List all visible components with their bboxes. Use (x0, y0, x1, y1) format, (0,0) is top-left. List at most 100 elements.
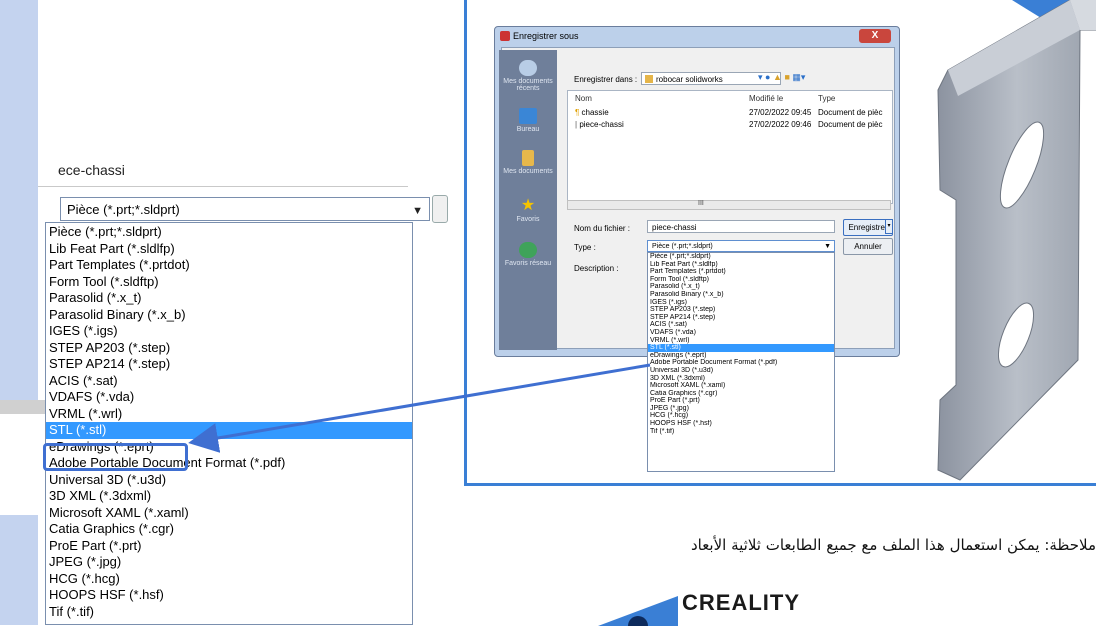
chevron-down-icon[interactable]: ▾ (758, 72, 763, 82)
file-type-option[interactable]: IGES (*.igs) (648, 299, 834, 307)
file-type-option[interactable]: Parasolid (*.x_t) (648, 283, 834, 291)
file-type-option[interactable]: Lib Feat Part (*.sldlfp) (648, 261, 834, 269)
left-decor-band-bottom (0, 515, 38, 625)
file-type-option[interactable]: STEP AP214 (*.step) (648, 314, 834, 322)
back-icon[interactable]: ● (765, 72, 770, 82)
close-button[interactable]: X (859, 29, 891, 43)
place-label: Favoris (516, 216, 540, 223)
type-label: Type : (574, 243, 596, 252)
file-type-option[interactable]: Universal 3D (*.u3d) (648, 367, 834, 375)
place-label: Favoris réseau (504, 260, 552, 267)
zoomed-side-button[interactable] (432, 195, 448, 223)
file-type-option[interactable]: JPEG (*.jpg) (648, 405, 834, 413)
file-type-option[interactable]: IGES (*.igs) (46, 323, 412, 340)
cancel-button[interactable]: Annuler (843, 238, 893, 255)
file-type: Document de pièc (818, 120, 883, 129)
zoomed-type-combo[interactable]: Pièce (*.prt;*.sldprt) ▼ (60, 197, 430, 221)
file-type-option[interactable]: Universal 3D (*.u3d) (46, 472, 412, 489)
place-favorites[interactable]: ★ Favoris (499, 197, 557, 224)
file-type-option[interactable]: JPEG (*.jpg) (46, 554, 412, 571)
file-type-option[interactable]: VRML (*.wrl) (46, 406, 412, 423)
file-type-option[interactable]: eDrawings (*.eprt) (648, 352, 834, 360)
place-recent[interactable]: Mes documents récents (499, 60, 557, 92)
file-type-option[interactable]: HCG (*.hcg) (648, 412, 834, 420)
file-type-option[interactable]: VRML (*.wrl) (648, 337, 834, 345)
folder-icon (522, 150, 534, 166)
column-header-type[interactable]: Type (818, 94, 835, 103)
file-type-option[interactable]: Part Templates (*.prtdot) (46, 257, 412, 274)
file-type-option[interactable]: Parasolid Binary (*.x_b) (46, 307, 412, 324)
part-file-icon: | (575, 120, 578, 129)
file-type-option[interactable]: STEP AP203 (*.step) (46, 340, 412, 357)
stl-highlight-box (43, 443, 188, 471)
file-type-option[interactable]: STEP AP203 (*.step) (648, 306, 834, 314)
column-header-name[interactable]: Nom (575, 94, 592, 103)
file-type-option[interactable]: Form Tool (*.sldftp) (46, 274, 412, 291)
note-text: ملاحظة: يمكن استعمال هذا الملف مع جميع ا… (690, 536, 1096, 554)
file-type-option[interactable]: Tif (*.tif) (648, 428, 834, 436)
clock-icon (519, 60, 537, 76)
place-network[interactable]: Favoris réseau (499, 242, 557, 267)
filename-label: Nom du fichier : (574, 224, 631, 233)
file-type-option[interactable]: Pièce (*.prt;*.sldprt) (648, 253, 834, 261)
app-icon (500, 31, 510, 41)
type-dropdown-list[interactable]: Pièce (*.prt;*.sldprt) Lib Feat Part (*.s… (647, 252, 835, 472)
horizontal-scrollbar[interactable]: III (567, 200, 891, 210)
folder-icon (645, 75, 653, 83)
file-type-option[interactable]: Parasolid Binary (*.x_b) (648, 291, 834, 299)
file-type-option[interactable]: Pièce (*.prt;*.sldprt) (46, 224, 412, 241)
scroll-thumb[interactable]: III (698, 200, 704, 207)
file-type-option[interactable]: VDAFS (*.vda) (648, 329, 834, 337)
file-type-option[interactable]: Form Tool (*.sldftp) (648, 276, 834, 284)
file-type: Document de pièc (818, 108, 883, 117)
file-type-option[interactable]: ProE Part (*.prt) (648, 397, 834, 405)
file-type-option[interactable]: STL (*.stl) (46, 422, 412, 439)
type-combo[interactable]: Pièce (*.prt;*.sldprt) ▼ (647, 240, 835, 252)
file-type-option[interactable]: HOOPS HSF (*.hsf) (648, 420, 834, 428)
file-type-option[interactable]: Catia Graphics (*.cgr) (46, 521, 412, 538)
zoomed-type-list[interactable]: Pièce (*.prt;*.sldprt) Lib Feat Part (*.s… (45, 222, 413, 625)
type-combo-value: Pièce (*.prt;*.sldprt) (652, 243, 713, 250)
views-icon[interactable]: ▦▾ (792, 72, 805, 82)
file-type-option[interactable]: HOOPS HSF (*.hsf) (46, 587, 412, 604)
dialog-title: Enregistrer sous (513, 31, 579, 41)
chevron-down-icon[interactable]: ▼ (412, 199, 423, 223)
file-name: piece-chassi (579, 120, 624, 129)
file-type-option[interactable]: Part Templates (*.prtdot) (648, 268, 834, 276)
save-in-value: robocar solidworks (656, 75, 723, 84)
place-documents[interactable]: Mes documents (499, 150, 557, 175)
file-type-option[interactable]: Adobe Portable Document Format (*.pdf) (648, 359, 834, 367)
zoomed-filename: ece-chassi (58, 162, 125, 178)
place-desktop[interactable]: Bureau (499, 108, 557, 133)
file-list[interactable]: Nom Modifié le Type ¶ chassie 27/02/2022… (567, 90, 893, 204)
file-type-option[interactable]: Tif (*.tif) (46, 604, 412, 621)
file-type-option[interactable]: ACIS (*.sat) (648, 321, 834, 329)
file-row[interactable]: ¶ chassie (575, 108, 609, 117)
file-row[interactable]: | piece-chassi (575, 120, 624, 129)
star-icon: ★ (520, 197, 536, 214)
nav-toolbar: ▾ ● ▲ ■ ▦▾ (758, 72, 805, 83)
file-type-option[interactable]: Microsoft XAML (*.xaml) (648, 382, 834, 390)
file-type-option[interactable]: Parasolid (*.x_t) (46, 290, 412, 307)
chevron-down-icon[interactable]: ▾ (885, 219, 893, 234)
file-type-option[interactable]: STEP AP214 (*.step) (46, 356, 412, 373)
file-type-option[interactable]: VDAFS (*.vda) (46, 389, 412, 406)
file-type-option[interactable]: HCG (*.hcg) (46, 571, 412, 588)
file-type-option[interactable]: ProE Part (*.prt) (46, 538, 412, 555)
file-type-option[interactable]: Catia Graphics (*.cgr) (648, 390, 834, 398)
desktop-icon (519, 108, 537, 124)
column-header-modified[interactable]: Modifié le (749, 94, 783, 103)
file-type-option[interactable]: ACIS (*.sat) (46, 373, 412, 390)
up-folder-icon[interactable]: ▲ (773, 72, 782, 82)
filename-input[interactable]: piece-chassi (647, 220, 835, 233)
file-type-option[interactable]: Microsoft XAML (*.xaml) (46, 505, 412, 522)
file-type-option[interactable]: Lib Feat Part (*.sldlfp) (46, 241, 412, 258)
file-type-option[interactable]: 3D XML (*.3dxml) (46, 488, 412, 505)
metal-bracket-image (937, 0, 1096, 481)
creality-logo: CREALITY (682, 590, 800, 615)
new-folder-icon[interactable]: ■ (784, 72, 789, 82)
part-file-icon: ¶ (575, 108, 580, 117)
file-type-option[interactable]: 3D XML (*.3dxml) (648, 375, 834, 383)
file-type-option[interactable]: STL (*.stl) (648, 344, 834, 352)
zoomed-type-combo-value: Pièce (*.prt;*.sldprt) (67, 202, 180, 217)
